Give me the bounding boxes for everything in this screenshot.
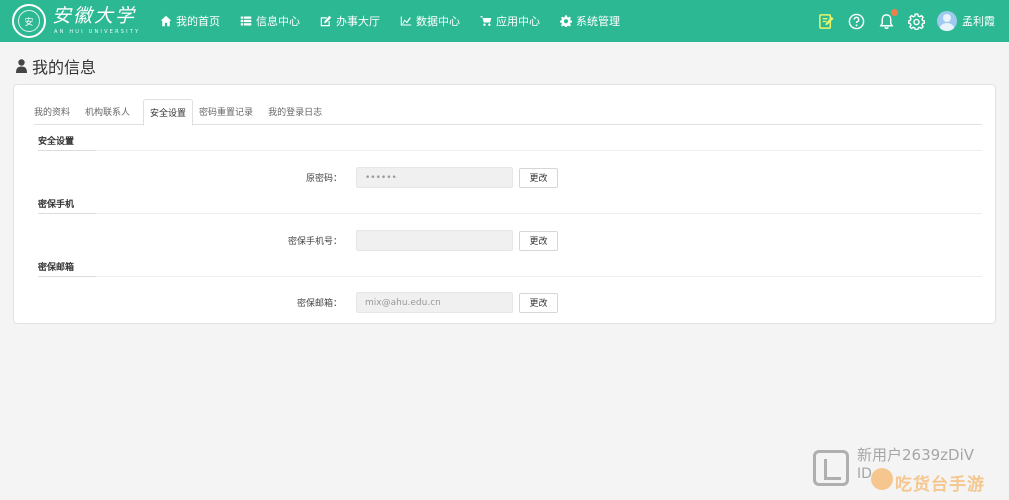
section-title: 安全设置 — [38, 133, 982, 151]
chart-icon — [400, 16, 412, 26]
password-row: 原密码： •••••• 更改 — [222, 167, 558, 188]
page-title-text: 我的信息 — [32, 58, 97, 77]
nav-label: 应用中心 — [496, 15, 540, 28]
nav-label: 我的首页 — [176, 15, 220, 28]
brand-subtitle: AN HUI UNIVERSITY — [54, 29, 141, 35]
info-card: 我的资料 机构联系人 安全设置 密码重置记录 我的登录日志 安全设置 原密码： … — [13, 84, 996, 324]
tab-login-log[interactable]: 我的登录日志 — [268, 99, 329, 125]
watermark: 新用户2639zDiV ID 吃货台手游 — [813, 444, 1003, 496]
home-icon — [160, 15, 172, 27]
tab-my-profile[interactable]: 我的资料 — [34, 99, 77, 125]
change-phone-button[interactable]: 更改 — [519, 230, 558, 251]
settings-icon — [907, 12, 925, 30]
brand-name: 安徽大学 — [52, 5, 137, 27]
notes-button[interactable] — [817, 12, 835, 30]
section-phone: 密保手机 — [38, 196, 982, 214]
help-button[interactable] — [847, 12, 865, 30]
section-security: 安全设置 — [38, 133, 982, 151]
email-field[interactable]: mix@ahu.edu.cn — [356, 292, 513, 313]
nav-label: 办事大厅 — [336, 15, 380, 28]
watermark-logo-icon — [813, 450, 849, 486]
watermark-brand: 吃货台手游 — [895, 475, 985, 495]
phone-row: 密保手机号： 更改 — [222, 230, 558, 251]
list-icon — [240, 16, 252, 26]
section-email: 密保邮箱 — [38, 259, 982, 277]
watermark-face-icon — [871, 468, 893, 490]
nav-item-system[interactable]: 系统管理 — [560, 0, 620, 42]
tab-org-contact[interactable]: 机构联系人 — [85, 99, 137, 125]
phone-label: 密保手机号： — [287, 237, 342, 247]
avatar[interactable] — [937, 11, 957, 31]
university-logo[interactable]: 安 — [12, 4, 46, 38]
email-label: 密保邮箱： — [296, 299, 342, 309]
email-row: 密保邮箱： mix@ahu.edu.cn 更改 — [222, 292, 558, 313]
nav-item-service-hall[interactable]: 办事大厅 — [320, 0, 380, 42]
section-title: 密保邮箱 — [38, 259, 982, 277]
cart-icon — [480, 16, 492, 26]
notification-badge — [891, 9, 898, 16]
nav-label: 系统管理 — [576, 15, 620, 28]
nav-item-info[interactable]: 信息中心 — [240, 0, 300, 42]
notifications-button[interactable] — [877, 9, 898, 30]
tab-security-settings[interactable]: 安全设置 — [143, 99, 194, 126]
watermark-line1: 新用户2639zDiV — [857, 446, 975, 464]
help-icon — [848, 13, 864, 29]
note-edit-icon — [818, 13, 834, 29]
tab-password-reset-log[interactable]: 密码重置记录 — [199, 99, 260, 125]
nav-label: 信息中心 — [256, 15, 300, 28]
nav-label: 数据中心 — [416, 15, 460, 28]
page-title: 我的信息 — [16, 54, 96, 78]
logo-emblem: 安 — [18, 10, 40, 32]
nav-item-data-center[interactable]: 数据中心 — [400, 0, 460, 42]
gear-icon — [560, 15, 572, 27]
nav-item-app-center[interactable]: 应用中心 — [480, 0, 540, 42]
password-field[interactable]: •••••• — [356, 167, 513, 188]
edit-icon — [320, 15, 332, 27]
watermark-line2: ID — [857, 466, 872, 482]
username[interactable]: 孟利霞 — [962, 13, 995, 29]
nav-item-home[interactable]: 我的首页 — [160, 0, 220, 42]
main-nav: 我的首页 信息中心 办事大厅 数据中心 应用中心 系统管理 — [160, 0, 640, 42]
password-label: 原密码： — [305, 174, 342, 184]
section-title: 密保手机 — [38, 196, 982, 214]
phone-field[interactable] — [356, 230, 513, 251]
settings-button[interactable] — [907, 12, 925, 30]
change-email-button[interactable]: 更改 — [519, 292, 558, 313]
user-icon — [16, 59, 27, 73]
change-password-button[interactable]: 更改 — [519, 167, 558, 188]
tab-bar: 我的资料 机构联系人 安全设置 密码重置记录 我的登录日志 — [34, 99, 982, 126]
header-tools: 孟利霞 — [817, 0, 1009, 42]
top-navbar: 安 安徽大学 AN HUI UNIVERSITY 我的首页 信息中心 办事大厅 … — [0, 0, 1009, 42]
